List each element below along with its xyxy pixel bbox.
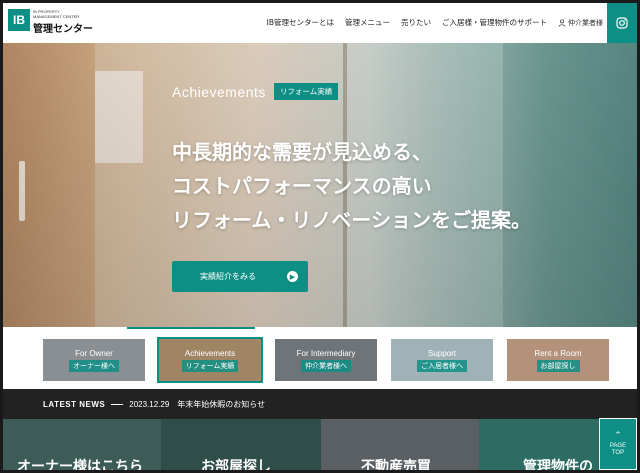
hero-label: Achievements リフォーム実績 [172, 83, 339, 100]
hero-label-badge: リフォーム実績 [273, 83, 339, 100]
hero-label-en: Achievements [172, 83, 266, 100]
site-header: IB IB PROPERTY MANAGEMENT CENTER 管理センター … [3, 3, 637, 43]
news-bar: LATEST NEWS 2023.12.29 年末年始休暇のお知らせ [3, 389, 637, 419]
tab-rent-a-room[interactable]: Rent a Room お部屋探し [507, 339, 609, 381]
main-nav: IB管理センターとは 管理メニュー 売りたい ご入居様・管理物件のサポート 仲介… [267, 17, 603, 28]
news-date: 2023.12.29 [129, 399, 170, 409]
hero-slider: Achievements リフォーム実績 中長期的な需要が見込める、 コストパフ… [3, 43, 637, 327]
instagram-icon [616, 17, 628, 29]
active-tab-indicator [127, 327, 255, 329]
logo-mark: IB [8, 9, 30, 31]
chevron-up-icon: ⌃ [614, 430, 622, 441]
page-top-button[interactable]: ⌃ PAGE TOP [599, 418, 637, 470]
tile-room-search[interactable]: お部屋探し [161, 419, 321, 470]
instagram-button[interactable] [607, 3, 637, 43]
user-icon [558, 18, 566, 27]
news-title: LATEST NEWS [43, 399, 106, 409]
nav-agent-label: 仲介業者様 [568, 18, 603, 27]
page-frame: IB IB PROPERTY MANAGEMENT CENTER 管理センター … [3, 3, 637, 470]
nav-item-sell[interactable]: 売りたい [401, 17, 431, 28]
feature-tiles: オーナー様はこちら お部屋探し 不動産売買 管理物件の [3, 419, 637, 470]
logo-title: 管理センター [33, 24, 93, 35]
tile-real-estate[interactable]: 不動産売買 [321, 419, 479, 470]
nav-item-about[interactable]: IB管理センターとは [267, 17, 334, 28]
logo-subtitle: IB PROPERTY MANAGEMENT CENTER [33, 9, 80, 19]
tile-owner[interactable]: オーナー様はこちら [3, 419, 161, 470]
view-achievements-button[interactable]: 実績紹介をみる ▶ [172, 261, 308, 292]
nav-item-support[interactable]: ご入居様・管理物件のサポート [442, 17, 547, 28]
arrow-right-icon: ▶ [287, 271, 298, 282]
site-logo[interactable]: IB IB PROPERTY MANAGEMENT CENTER 管理センター [8, 9, 93, 35]
hero-heading: 中長期的な需要が見込める、 コストパフォーマンスの高い リフォーム・リノベーショ… [172, 140, 531, 232]
tab-for-owner[interactable]: For Owner オーナー様へ [43, 339, 145, 381]
tab-support[interactable]: Support ご入居者様へ [391, 339, 493, 381]
tab-achievements[interactable]: Achievements リフォーム実績 [157, 337, 263, 383]
nav-item-agent[interactable]: 仲介業者様 [558, 17, 603, 28]
category-tabs: For Owner オーナー様へ Achievements リフォーム実績 Fo… [3, 327, 637, 389]
tab-for-intermediary[interactable]: For Intermediary 仲介業者様へ [275, 339, 377, 381]
nav-item-menu[interactable]: 管理メニュー [345, 17, 390, 28]
news-link[interactable]: 年末年始休暇のお知らせ [177, 399, 265, 410]
